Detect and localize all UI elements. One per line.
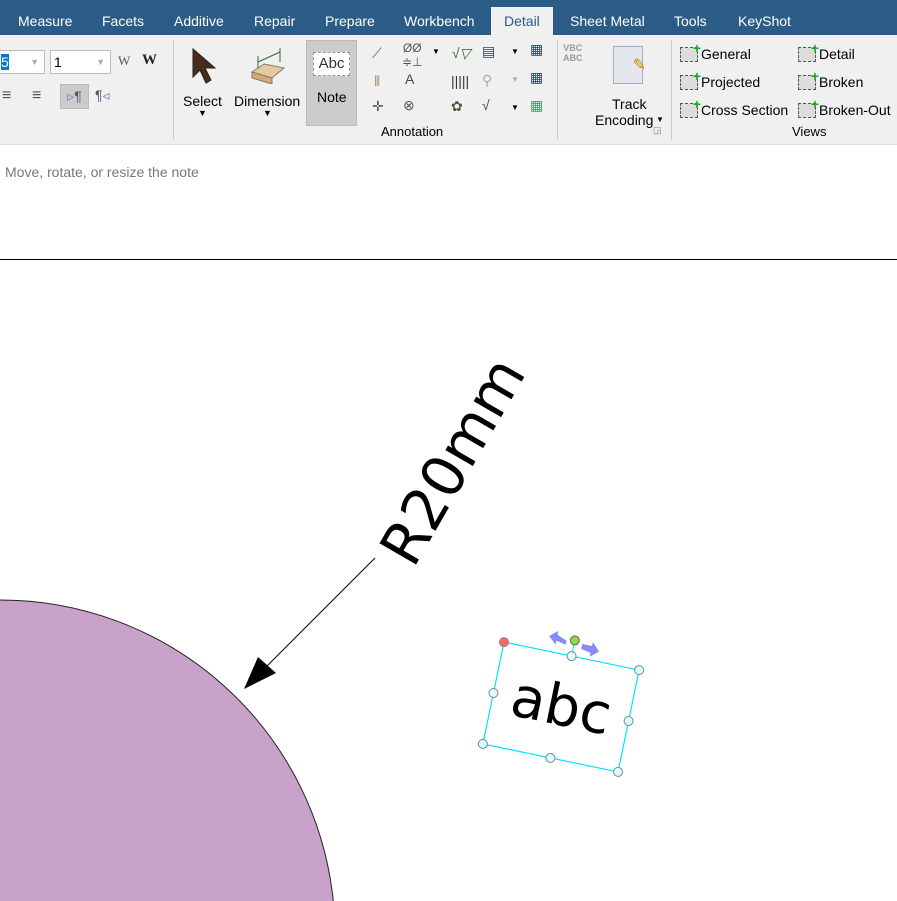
note-abc-icon: Abc xyxy=(313,52,350,76)
view-projected[interactable]: Projected xyxy=(680,68,761,90)
encoding-label: Encoding xyxy=(595,112,654,128)
datum-target-icon[interactable]: ⊗ xyxy=(403,97,415,114)
ltr-paragraph-icon[interactable]: ▹¶ xyxy=(60,84,89,109)
status-hint: Move, rotate, or resize the note xyxy=(5,164,199,180)
tab-repair[interactable]: Repair xyxy=(254,0,295,35)
datum-icon[interactable]: A xyxy=(405,71,414,87)
dimension-icon xyxy=(250,48,286,84)
view-broken-out[interactable]: Broken-Out xyxy=(798,96,891,118)
dimension-leader-line[interactable] xyxy=(259,557,376,674)
track-encoding-button[interactable]: ✎ Track Encoding ▼ xyxy=(590,40,668,128)
tab-tools[interactable]: Tools xyxy=(674,0,707,35)
view-projected-label: Projected xyxy=(701,74,761,90)
chevron-down-icon: ▼ xyxy=(198,108,207,118)
view-detail[interactable]: Detail xyxy=(798,40,855,62)
chevron-down-icon[interactable]: ▼ xyxy=(511,103,519,112)
track-label: Track xyxy=(612,96,647,112)
surface-finish-icon[interactable]: √▽ xyxy=(452,45,470,62)
rotate-handle[interactable] xyxy=(569,635,580,646)
track-encoding-icon: ✎ xyxy=(613,46,646,84)
projected-view-icon xyxy=(680,68,701,90)
view-cross-section[interactable]: Cross Section xyxy=(680,96,789,118)
chevron-down-icon[interactable]: ▼ xyxy=(432,47,440,56)
circle-shape[interactable] xyxy=(0,600,334,901)
note-button[interactable]: Abc Note xyxy=(306,40,357,126)
line-select[interactable]: 1 ▼ xyxy=(50,50,111,74)
tab-additive[interactable]: Additive xyxy=(174,0,224,35)
tab-workbench[interactable]: Workbench xyxy=(404,0,475,35)
note-label: Note xyxy=(317,89,347,105)
tab-sheet-metal[interactable]: Sheet Metal xyxy=(570,0,645,35)
drawing-canvas[interactable]: R20mm abc xyxy=(0,261,897,901)
font-size-select[interactable]: 5 ▼ xyxy=(0,50,45,74)
tab-detail[interactable]: Detail xyxy=(491,7,553,35)
font-size-value: 5 xyxy=(1,54,9,70)
table-icon[interactable]: ▦ xyxy=(530,41,543,58)
dimension-label: Dimension xyxy=(234,93,301,109)
bolt-circle-icon[interactable]: ✿ xyxy=(451,98,463,115)
tab-measure[interactable]: Measure xyxy=(18,0,72,35)
view-broken[interactable]: Broken xyxy=(798,68,864,90)
ribbon-tabs: Measure Facets Additive Repair Prepare W… xyxy=(0,0,897,35)
rtl-paragraph-icon[interactable]: ¶◃ xyxy=(95,87,110,104)
view-general[interactable]: General xyxy=(680,40,751,62)
weld-symbol-icon[interactable]: √ xyxy=(482,97,490,113)
status-hint-panel: Move, rotate, or resize the note xyxy=(0,146,897,260)
select-label: Select xyxy=(183,93,222,109)
cursor-arrow-icon xyxy=(192,47,217,84)
chevron-down-icon: ▼ xyxy=(656,115,664,124)
gdt-symbols-icon[interactable]: ØØ ≑⊥ xyxy=(402,41,423,69)
general-view-icon xyxy=(680,40,701,62)
spell-check-icon[interactable]: VBC ABC xyxy=(563,43,583,63)
chevron-down-icon[interactable]: ▼ xyxy=(511,75,519,84)
broken-out-view-icon xyxy=(798,96,819,118)
centerline-icon[interactable]: ⦀ xyxy=(374,73,380,90)
align-center-icon[interactable]: ≡ xyxy=(2,87,11,105)
view-broken-label: Broken xyxy=(819,74,864,90)
dimension-text[interactable]: R20mm xyxy=(366,346,538,577)
align-right-icon[interactable]: ≡ xyxy=(32,87,41,105)
barcode-icon[interactable]: ||||| xyxy=(451,73,469,89)
note-text[interactable]: abc xyxy=(505,664,617,748)
text-box-icon[interactable]: ▤ xyxy=(482,43,495,60)
dimension-button[interactable]: Dimension ▼ xyxy=(233,40,301,125)
text-width-wide-icon[interactable]: W xyxy=(142,52,157,69)
leader-icon[interactable]: ⟋ xyxy=(372,45,382,62)
selected-note[interactable]: abc xyxy=(477,620,648,778)
tab-facets[interactable]: Facets xyxy=(102,0,144,35)
chevron-down-icon[interactable]: ▼ xyxy=(511,47,519,56)
select-button[interactable]: Select ▼ xyxy=(181,40,225,125)
chevron-down-icon: ▼ xyxy=(263,108,272,118)
rotate-right-arrow-icon[interactable] xyxy=(580,640,601,658)
views-group-label: Views xyxy=(792,124,827,139)
view-broken-out-label: Broken-Out xyxy=(819,102,891,118)
view-detail-label: Detail xyxy=(819,46,855,62)
detail-view-icon xyxy=(798,40,819,62)
line-value: 1 xyxy=(54,54,62,70)
cross-section-view-icon xyxy=(680,96,701,118)
rotate-left-arrow-icon[interactable] xyxy=(548,629,568,646)
anchor-handle[interactable] xyxy=(498,637,510,648)
bom-table-icon[interactable]: ▦ xyxy=(530,69,543,86)
annotation-group-label: Annotation xyxy=(381,124,444,139)
hole-table-icon[interactable]: ▦ xyxy=(530,97,543,114)
center-mark-icon[interactable]: ✛ xyxy=(372,98,384,115)
balloon-icon[interactable]: ⚲ xyxy=(482,72,492,89)
tab-prepare[interactable]: Prepare xyxy=(325,0,375,35)
tab-keyshot[interactable]: KeyShot xyxy=(738,0,791,35)
view-cross-section-label: Cross Section xyxy=(701,102,789,118)
text-width-narrow-icon[interactable]: W xyxy=(118,53,130,69)
view-general-label: General xyxy=(701,46,751,62)
dialog-launcher-icon[interactable]: ◲ xyxy=(653,125,662,136)
ribbon: 5 ▼ 1 ▼ W W ≡ ≡ ▹¶ ¶◃ Select ▼ Dimension ▼… xyxy=(0,35,897,145)
broken-view-icon xyxy=(798,68,819,90)
